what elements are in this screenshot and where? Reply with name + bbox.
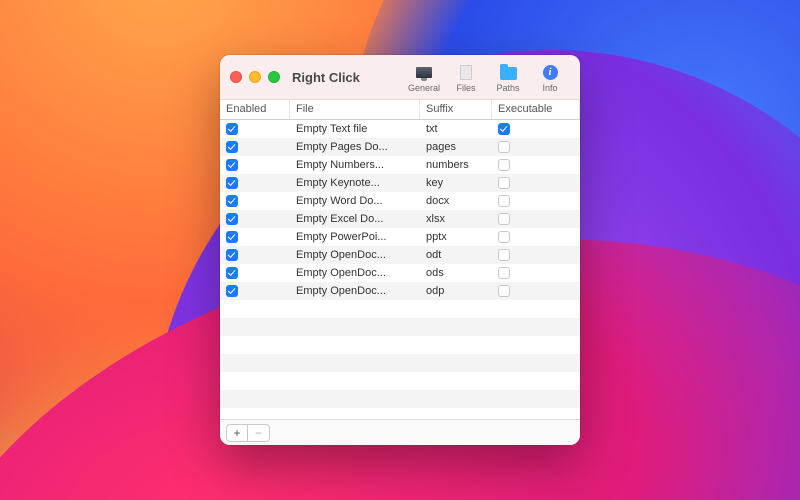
toolbar-general[interactable]: General xyxy=(404,62,444,93)
toolbar-info[interactable]: i Info xyxy=(530,62,570,93)
folder-icon xyxy=(500,67,517,80)
table-row[interactable]: Empty Keynote...key xyxy=(220,174,580,192)
table-row[interactable]: Empty Numbers...numbers xyxy=(220,156,580,174)
file-cell: Empty Pages Do... xyxy=(290,141,420,153)
file-cell: Empty OpenDoc... xyxy=(290,249,420,261)
executable-checkbox[interactable] xyxy=(498,195,510,207)
executable-checkbox[interactable] xyxy=(498,213,510,225)
toolbar-files[interactable]: Files xyxy=(446,62,486,93)
suffix-cell: docx xyxy=(420,195,492,207)
table-row[interactable]: Empty Excel Do...xlsx xyxy=(220,210,580,228)
table-row[interactable]: Empty OpenDoc...odp xyxy=(220,282,580,300)
executable-checkbox[interactable] xyxy=(498,231,510,243)
suffix-cell: odt xyxy=(420,249,492,261)
enabled-checkbox[interactable] xyxy=(226,231,238,243)
suffix-cell: ods xyxy=(420,267,492,279)
table-row-empty xyxy=(220,372,580,390)
suffix-cell: pptx xyxy=(420,231,492,243)
table-row-empty xyxy=(220,408,580,419)
enabled-checkbox[interactable] xyxy=(226,177,238,189)
window-title: Right Click xyxy=(292,70,360,85)
enabled-checkbox[interactable] xyxy=(226,267,238,279)
table-row-empty xyxy=(220,336,580,354)
table-row[interactable]: Empty Text filetxt xyxy=(220,120,580,138)
table-row[interactable]: Empty OpenDoc...ods xyxy=(220,264,580,282)
zoom-icon[interactable] xyxy=(268,71,280,83)
file-cell: Empty PowerPoi... xyxy=(290,231,420,243)
table-row[interactable]: Empty PowerPoi...pptx xyxy=(220,228,580,246)
add-button[interactable]: + xyxy=(226,424,248,442)
file-cell: Empty Word Do... xyxy=(290,195,420,207)
table-row[interactable]: Empty Word Do...docx xyxy=(220,192,580,210)
info-icon: i xyxy=(543,65,558,80)
table-body: Empty Text filetxtEmpty Pages Do...pages… xyxy=(220,120,580,419)
file-cell: Empty Keynote... xyxy=(290,177,420,189)
remove-button[interactable]: − xyxy=(248,424,270,442)
enabled-checkbox[interactable] xyxy=(226,159,238,171)
close-icon[interactable] xyxy=(230,71,242,83)
table-header: Enabled File Suffix Executable xyxy=(220,100,580,120)
column-header-file[interactable]: File xyxy=(290,100,420,119)
file-cell: Empty Text file xyxy=(290,123,420,135)
enabled-checkbox[interactable] xyxy=(226,141,238,153)
table-row-empty xyxy=(220,354,580,372)
enabled-checkbox[interactable] xyxy=(226,123,238,135)
executable-checkbox[interactable] xyxy=(498,141,510,153)
file-icon xyxy=(460,65,472,80)
enabled-checkbox[interactable] xyxy=(226,249,238,261)
minimize-icon[interactable] xyxy=(249,71,261,83)
suffix-cell: odp xyxy=(420,285,492,297)
executable-checkbox[interactable] xyxy=(498,285,510,297)
suffix-cell: pages xyxy=(420,141,492,153)
executable-checkbox[interactable] xyxy=(498,249,510,261)
executable-checkbox[interactable] xyxy=(498,267,510,279)
table-row-empty xyxy=(220,390,580,408)
column-header-suffix[interactable]: Suffix xyxy=(420,100,492,119)
table-row-empty xyxy=(220,318,580,336)
enabled-checkbox[interactable] xyxy=(226,285,238,297)
file-cell: Empty OpenDoc... xyxy=(290,267,420,279)
executable-checkbox[interactable] xyxy=(498,159,510,171)
file-cell: Empty Excel Do... xyxy=(290,213,420,225)
column-header-enabled[interactable]: Enabled xyxy=(220,100,290,119)
suffix-cell: numbers xyxy=(420,159,492,171)
toolbar: General Files Paths i Info xyxy=(404,62,570,93)
titlebar[interactable]: Right Click General Files Paths i Info xyxy=(220,55,580,100)
toolbar-paths[interactable]: Paths xyxy=(488,62,528,93)
column-header-executable[interactable]: Executable xyxy=(492,100,580,119)
laptop-icon xyxy=(416,67,432,78)
enabled-checkbox[interactable] xyxy=(226,213,238,225)
traffic-lights xyxy=(230,71,280,83)
table-footer: + − xyxy=(220,419,580,445)
table-row[interactable]: Empty OpenDoc...odt xyxy=(220,246,580,264)
table-row[interactable]: Empty Pages Do...pages xyxy=(220,138,580,156)
file-cell: Empty Numbers... xyxy=(290,159,420,171)
suffix-cell: txt xyxy=(420,123,492,135)
suffix-cell: key xyxy=(420,177,492,189)
suffix-cell: xlsx xyxy=(420,213,492,225)
executable-checkbox[interactable] xyxy=(498,123,510,135)
file-cell: Empty OpenDoc... xyxy=(290,285,420,297)
preferences-window: Right Click General Files Paths i Info E… xyxy=(220,55,580,445)
executable-checkbox[interactable] xyxy=(498,177,510,189)
enabled-checkbox[interactable] xyxy=(226,195,238,207)
table-row-empty xyxy=(220,300,580,318)
